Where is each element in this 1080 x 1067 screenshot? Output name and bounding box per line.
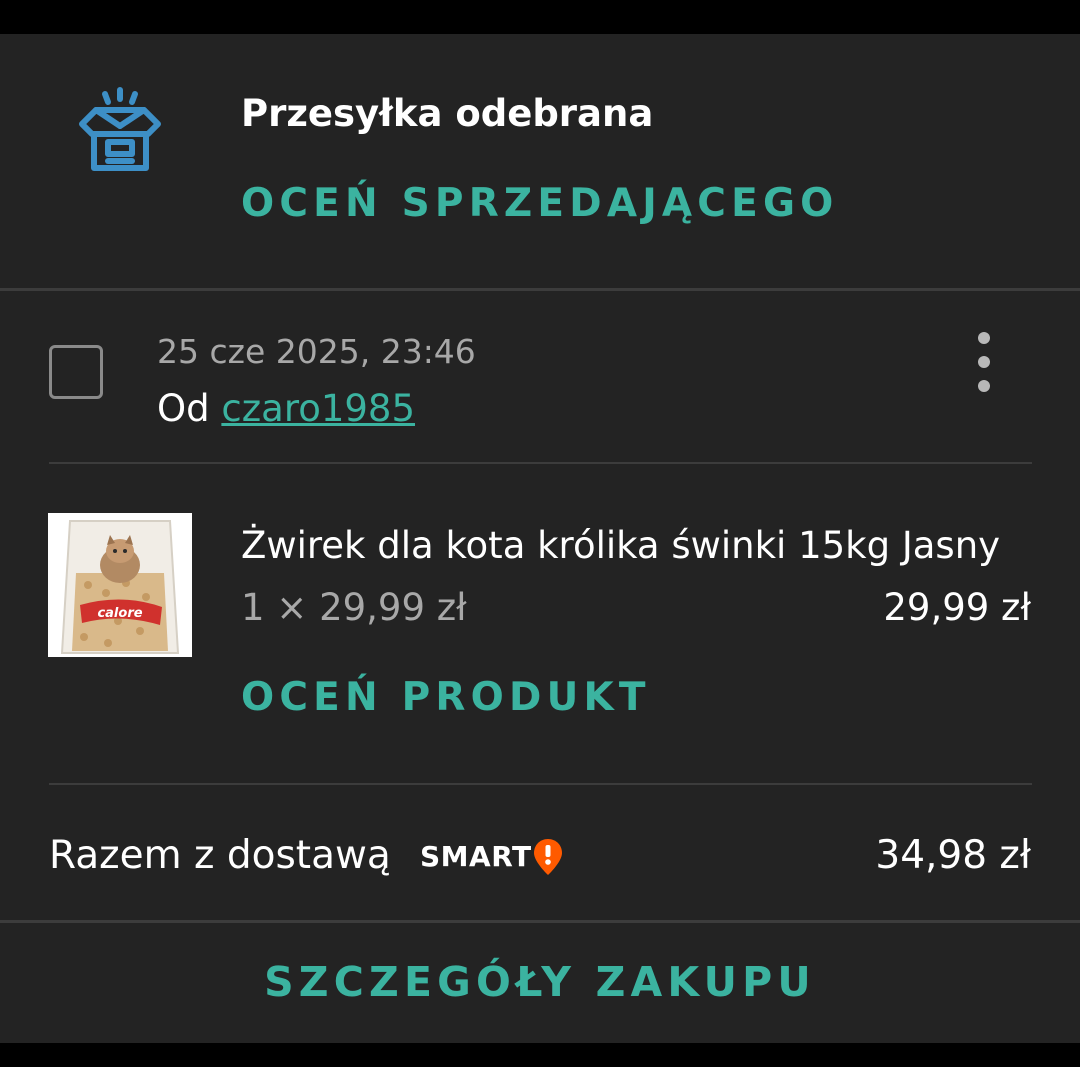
product-image[interactable]: calore [48, 513, 192, 657]
total-value: 34,98 zł [875, 833, 1031, 878]
total-with-delivery-label: Razem z dostawą [49, 833, 391, 878]
rate-seller-button[interactable]: OCEŃ SPRZEDAJĄCEGO [241, 180, 839, 228]
product-quantity-price: 1 × 29,99 zł [241, 586, 467, 629]
divider [0, 288, 1080, 291]
order-checkbox[interactable] [49, 345, 103, 399]
shipment-status-title: Przesyłka odebrana [241, 92, 654, 135]
smart-exclamation-icon [533, 839, 562, 875]
product-line-total: 29,99 zł [883, 586, 1031, 629]
seller-link[interactable]: czaro1985 [221, 387, 415, 430]
more-vertical-icon[interactable] [966, 328, 1002, 400]
divider [0, 920, 1080, 923]
product-name[interactable]: Żwirek dla kota królika świnki 15kg Jasn… [241, 522, 1000, 570]
seller-line: Od czaro1985 [157, 385, 415, 433]
smart-badge: SMART [420, 838, 563, 876]
product-brand-label: calore [97, 606, 142, 621]
package-received-icon [78, 86, 162, 174]
divider [49, 783, 1032, 785]
smart-badge-text: SMART [420, 840, 532, 873]
from-label: Od [157, 387, 210, 430]
divider [49, 462, 1032, 464]
purchase-details-button[interactable]: SZCZEGÓŁY ZAKUPU [0, 954, 1080, 1010]
rate-product-button[interactable]: OCEŃ PRODUKT [241, 674, 651, 722]
order-date: 25 cze 2025, 23:46 [157, 332, 476, 371]
